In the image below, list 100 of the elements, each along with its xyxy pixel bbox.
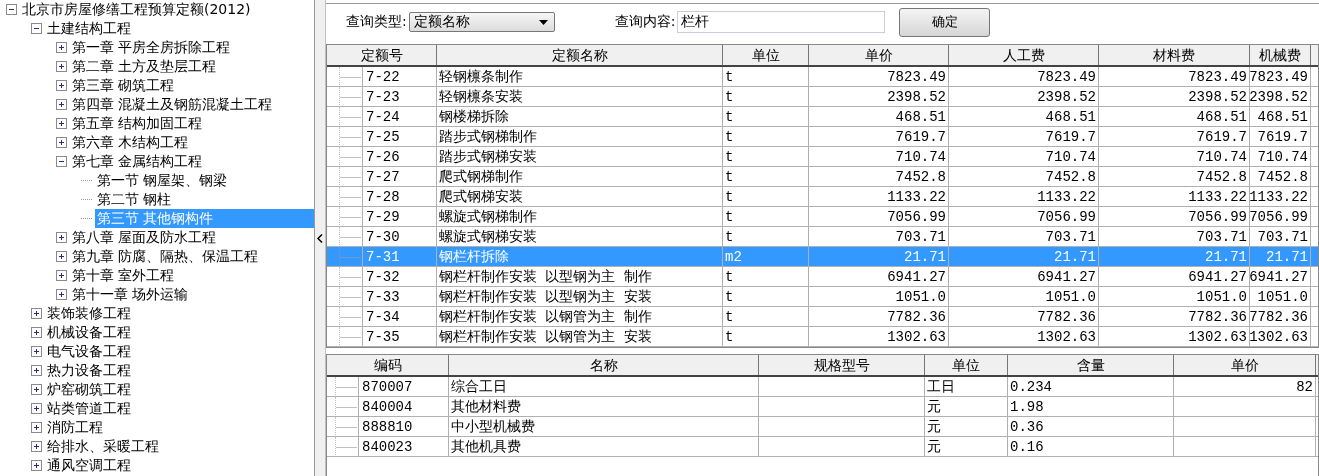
table-cell: 7-33 <box>362 287 400 306</box>
table-cell: 7823.49 <box>887 68 946 85</box>
expand-icon[interactable] <box>31 346 42 357</box>
expand-icon[interactable] <box>31 422 42 433</box>
table-cell: 2398.52 <box>1188 88 1247 105</box>
tree-item[interactable]: 北京市房屋修缮工程预算定额(2012) <box>20 0 253 19</box>
expand-icon[interactable] <box>31 441 42 452</box>
expand-icon[interactable] <box>31 384 42 395</box>
tree-item[interactable]: 消防工程 <box>45 418 105 437</box>
tree-item[interactable]: 第二节 钢柱 <box>95 190 174 209</box>
tree-item[interactable]: 装饰装修工程 <box>45 304 133 323</box>
collapse-icon[interactable] <box>31 23 42 34</box>
tree-item[interactable]: 第八章 屋面及防水工程 <box>70 228 219 247</box>
table-cell: 21.71 <box>1205 248 1247 265</box>
tree-item[interactable]: 通风空调工程 <box>45 456 133 475</box>
column-header[interactable]: 含量 <box>1008 355 1174 375</box>
column-header[interactable]: 材料费 <box>1099 45 1250 65</box>
table-row[interactable]: 7-27 爬式钢梯制作 t 7452.8 7452.8 7452.8 7452.8 <box>327 167 1318 187</box>
table-cell: 7-27 <box>362 167 400 186</box>
tree-item[interactable]: 第一章 平房全房拆除工程 <box>70 38 233 57</box>
expand-icon[interactable] <box>31 308 42 319</box>
table-cell: 703.71 <box>1045 228 1096 245</box>
table-cell: 7-29 <box>362 207 400 226</box>
table-cell: 1133.22 <box>887 188 946 205</box>
column-header[interactable]: 单价 <box>1174 355 1316 375</box>
expand-icon[interactable] <box>56 232 67 243</box>
tree-item[interactable]: 第五章 结构加固工程 <box>70 114 205 133</box>
tree-item[interactable]: 第十章 室外工程 <box>70 266 177 285</box>
table-cell: 爬式钢梯安装 <box>439 187 523 206</box>
expand-icon[interactable] <box>31 460 42 471</box>
expand-icon[interactable] <box>56 42 67 53</box>
collapse-icon[interactable] <box>56 156 67 167</box>
table-cell: 7-34 <box>362 307 400 326</box>
table-row[interactable]: 7-29 螺旋式钢梯制作 t 7056.99 7056.99 7056.99 7056.99 <box>327 207 1318 227</box>
tree-item[interactable]: 土建结构工程 <box>45 19 133 38</box>
expand-icon[interactable] <box>56 289 67 300</box>
table-cell: 7823.49 <box>1250 68 1308 85</box>
column-header[interactable]: 人工费 <box>949 45 1099 65</box>
table-cell: 21.71 <box>1054 248 1096 265</box>
table-cell: t <box>725 228 734 245</box>
column-header[interactable]: 定额号 <box>327 45 437 65</box>
expand-icon[interactable] <box>56 99 67 110</box>
tree-item[interactable]: 第四章 混凝土及钢筋混凝土工程 <box>70 95 275 114</box>
tree-item[interactable]: 第九章 防腐、隔热、保温工程 <box>70 247 261 266</box>
expand-icon[interactable] <box>56 137 67 148</box>
table-row[interactable]: 7-25 踏步式钢梯制作 t 7619.7 7619.7 7619.7 7619.7 <box>327 127 1318 147</box>
expand-icon[interactable] <box>56 80 67 91</box>
column-header[interactable]: 单价 <box>809 45 949 65</box>
tree-item[interactable]: 第三章 砌筑工程 <box>70 76 177 95</box>
tree-item[interactable]: 电气设备工程 <box>45 342 133 361</box>
tree-item[interactable]: 炉窑砌筑工程 <box>45 380 133 399</box>
column-header[interactable]: 编码 <box>327 355 449 375</box>
tree-item[interactable]: 机械设备工程 <box>45 323 133 342</box>
expand-icon[interactable] <box>56 251 67 262</box>
table-row[interactable]: 7-33 钢栏杆制作安装 以型钢为主 安装 t 1051.0 1051.0 1051.0 1051.0 <box>327 287 1318 307</box>
query-content-field[interactable]: 栏杆 <box>677 11 886 33</box>
column-header[interactable]: 定额名称 <box>437 45 723 65</box>
expand-icon[interactable] <box>56 118 67 129</box>
tree-item[interactable]: 第六章 木结构工程 <box>70 133 191 152</box>
table-cell: t <box>725 108 734 125</box>
table-cell: 468.51 <box>1045 108 1096 125</box>
tree-item[interactable]: 第一节 钢屋架、钢梁 <box>95 171 230 190</box>
table-row[interactable]: 7-24 钢楼梯拆除 t 468.51 468.51 468.51 468.51 <box>327 107 1318 127</box>
collapse-icon[interactable] <box>6 4 17 15</box>
column-header[interactable]: 单位 <box>723 45 809 65</box>
query-type-label: 查询类型: <box>346 13 407 31</box>
expand-icon[interactable] <box>31 365 42 376</box>
table-cell: 840004 <box>358 397 413 416</box>
tree-item[interactable]: 热力设备工程 <box>45 361 133 380</box>
tree-item[interactable]: 第十一章 场外运输 <box>70 285 191 304</box>
table-cell: 1302.63 <box>1250 328 1308 345</box>
expand-icon[interactable] <box>31 327 42 338</box>
query-type-dropdown[interactable]: 定额名称 <box>408 12 555 32</box>
expand-icon[interactable] <box>31 403 42 414</box>
tree-item[interactable]: 第二章 土方及垫层工程 <box>70 57 219 76</box>
table-row[interactable]: 7-28 爬式钢梯安装 t 1133.22 1133.22 1133.22 1133.22 <box>327 187 1318 207</box>
table-row[interactable]: 7-35 钢栏杆制作安装 以钢管为主 安装 t 1302.63 1302.63 1302.63 1302.63 <box>327 327 1318 347</box>
table-cell: 7782.36 <box>887 308 946 325</box>
splitter-handle[interactable] <box>315 0 326 476</box>
table-cell: 703.71 <box>1196 228 1247 245</box>
table-row[interactable]: 7-26 踏步式钢梯安装 t 710.74 710.74 710.74 710.74 <box>327 147 1318 167</box>
collapse-left-icon[interactable] <box>317 233 323 243</box>
table-row[interactable]: 7-32 钢栏杆制作安装 以型钢为主 制作 t 6941.27 6941.27 6941.27 6941.27 <box>327 267 1318 287</box>
table-row[interactable]: 7-34 钢栏杆制作安装 以钢管为主 制作 t 7782.36 7782.36 7782.36 7782.36 <box>327 307 1318 327</box>
tree-item[interactable]: 第七章 金属结构工程 <box>70 152 205 171</box>
table-cell: 710.74 <box>895 148 946 165</box>
table-row[interactable]: 7-22 轻钢檩条制作 t 7823.49 7823.49 7823.49 7823.49 <box>327 67 1318 87</box>
column-header[interactable]: 机械费 <box>1250 45 1311 65</box>
tree-item[interactable]: 站类管道工程 <box>45 399 133 418</box>
table-row[interactable]: 7-23 轻钢檩条安装 t 2398.52 2398.52 2398.52 2398.52 <box>327 87 1318 107</box>
table-cell: 钢栏杆制作安装 以型钢为主 安装 <box>439 287 652 306</box>
column-header[interactable]: 名称 <box>449 355 759 375</box>
table-cell: 840023 <box>358 437 413 456</box>
expand-icon[interactable] <box>56 61 67 72</box>
expand-icon[interactable] <box>56 270 67 281</box>
confirm-button[interactable]: 确定 <box>899 7 991 37</box>
column-header[interactable]: 单位 <box>925 355 1008 375</box>
table-cell: 2398.52 <box>1037 88 1096 105</box>
tree-item[interactable]: 给排水、采暖工程 <box>45 437 161 456</box>
column-header[interactable]: 规格型号 <box>759 355 925 375</box>
